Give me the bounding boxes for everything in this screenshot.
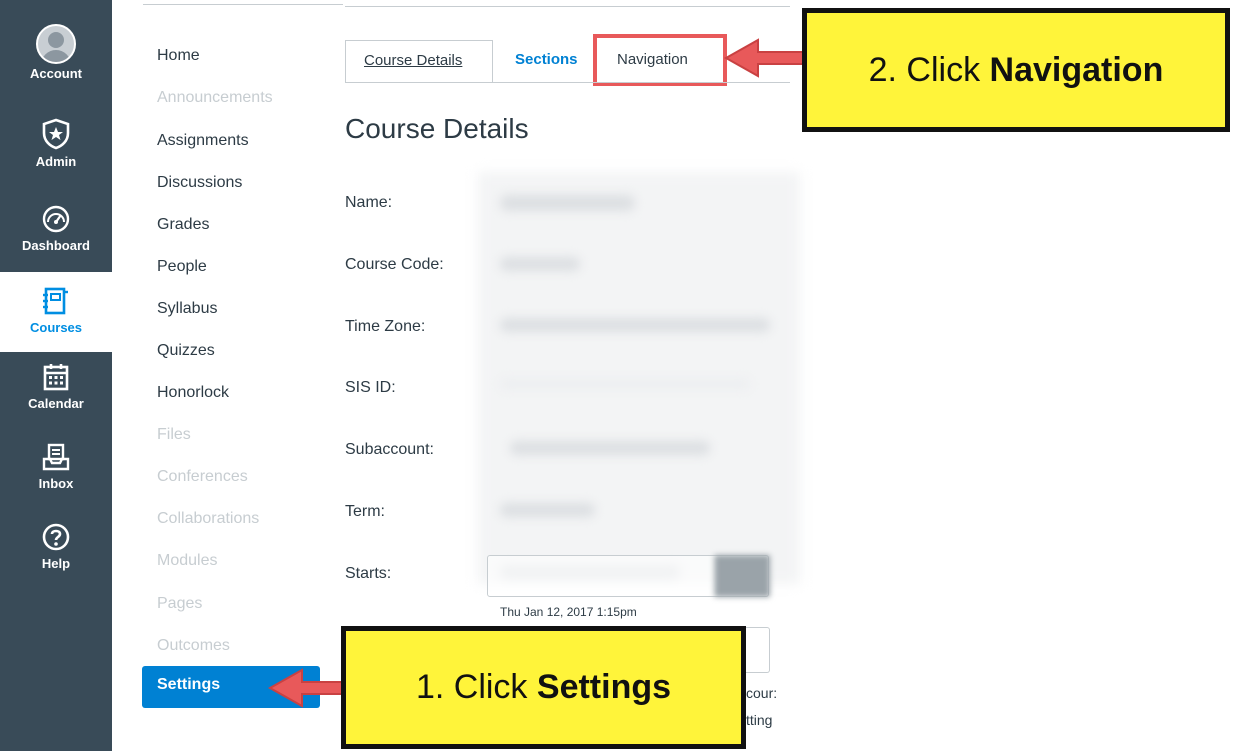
blurred-values bbox=[478, 172, 800, 584]
tab-navigation[interactable]: Navigation bbox=[593, 34, 727, 86]
divider bbox=[345, 6, 790, 7]
global-nav-account[interactable]: Account bbox=[0, 24, 112, 104]
global-nav-inbox[interactable]: Inbox bbox=[0, 442, 112, 522]
arrow-to-settings bbox=[267, 668, 352, 708]
course-nav-modules[interactable]: Modules bbox=[157, 552, 217, 570]
callout-step-1-prefix: 1. Click bbox=[415, 668, 537, 706]
blurred-name-field[interactable] bbox=[500, 195, 635, 211]
blurred-term-select[interactable] bbox=[500, 503, 595, 517]
course-nav-files[interactable]: Files bbox=[157, 426, 191, 444]
book-icon bbox=[43, 287, 68, 315]
global-nav-admin[interactable]: Admin bbox=[0, 118, 112, 198]
term-label: Term: bbox=[345, 503, 385, 520]
blurred-time-zone-select[interactable] bbox=[500, 318, 770, 332]
subaccount-label: Subaccount: bbox=[345, 441, 434, 458]
callout-step-2-target: Navigation bbox=[989, 51, 1164, 89]
starts-label: Starts: bbox=[345, 565, 392, 582]
global-nav-label: Inbox bbox=[38, 476, 74, 491]
course-nav-announcements[interactable]: Announcements bbox=[157, 89, 273, 107]
inbox-icon bbox=[42, 443, 70, 471]
global-nav-courses[interactable]: Courses bbox=[0, 272, 112, 352]
course-nav-home[interactable]: Home bbox=[157, 47, 200, 65]
course-code-label: Course Code: bbox=[345, 256, 444, 273]
global-nav-label: Dashboard bbox=[22, 238, 90, 253]
course-nav-discussions[interactable]: Discussions bbox=[157, 174, 242, 192]
blurred-sis-id-field[interactable] bbox=[500, 379, 750, 389]
truncated-text: tting bbox=[746, 712, 773, 728]
page-title: Course Details bbox=[345, 113, 529, 144]
start-date-hint: Thu Jan 12, 2017 1:15pm bbox=[500, 605, 637, 619]
tab-divider bbox=[345, 82, 790, 83]
blurred-subaccount-select[interactable] bbox=[510, 441, 710, 455]
global-nav-label: Account bbox=[30, 66, 82, 81]
sis-id-label: SIS ID: bbox=[345, 379, 396, 396]
global-nav-label: Help bbox=[41, 556, 71, 571]
course-nav-conferences[interactable]: Conferences bbox=[157, 468, 248, 486]
dashboard-gauge-icon bbox=[42, 205, 70, 233]
help-circle-icon bbox=[42, 523, 70, 551]
global-nav-calendar[interactable]: Calendar bbox=[0, 362, 112, 442]
callout-step-2-prefix: 2. Click bbox=[868, 51, 990, 89]
callout-step-2: 2. Click Navigation bbox=[802, 8, 1230, 132]
calendar-icon bbox=[43, 364, 69, 391]
name-label: Name: bbox=[345, 194, 393, 211]
course-nav-people[interactable]: People bbox=[157, 258, 207, 276]
shield-star-icon bbox=[42, 118, 70, 150]
divider bbox=[143, 4, 343, 5]
blurred-course-code-field[interactable] bbox=[500, 257, 580, 271]
callout-step-1-target: Settings bbox=[536, 668, 672, 706]
global-nav-label: Admin bbox=[35, 154, 77, 169]
truncated-text: cour: bbox=[746, 685, 778, 701]
time-zone-label: Time Zone: bbox=[345, 318, 426, 335]
global-nav-help[interactable]: Help bbox=[0, 522, 112, 602]
course-nav-collaborations[interactable]: Collaborations bbox=[157, 510, 259, 528]
global-nav-label: Calendar bbox=[28, 396, 84, 411]
course-nav-grades[interactable]: Grades bbox=[157, 216, 209, 234]
tab-course-details[interactable]: Course Details bbox=[345, 40, 493, 82]
course-nav-honorlock[interactable]: Honorlock bbox=[157, 384, 229, 402]
global-nav-label: Courses bbox=[29, 320, 83, 335]
calendar-picker-button[interactable] bbox=[714, 555, 770, 597]
course-nav-pages[interactable]: Pages bbox=[157, 595, 202, 613]
course-nav-assignments[interactable]: Assignments bbox=[157, 132, 249, 150]
tab-sections[interactable]: Sections bbox=[497, 40, 596, 82]
account-avatar-icon bbox=[36, 24, 76, 64]
arrow-to-navigation bbox=[723, 38, 806, 78]
course-nav-outcomes[interactable]: Outcomes bbox=[157, 637, 230, 655]
global-nav: Account Admin Dashboard Courses Calendar… bbox=[0, 0, 112, 751]
course-nav-syllabus[interactable]: Syllabus bbox=[157, 300, 217, 318]
course-nav-quizzes[interactable]: Quizzes bbox=[157, 342, 215, 360]
callout-step-1: 1. Click Settings bbox=[341, 626, 746, 749]
